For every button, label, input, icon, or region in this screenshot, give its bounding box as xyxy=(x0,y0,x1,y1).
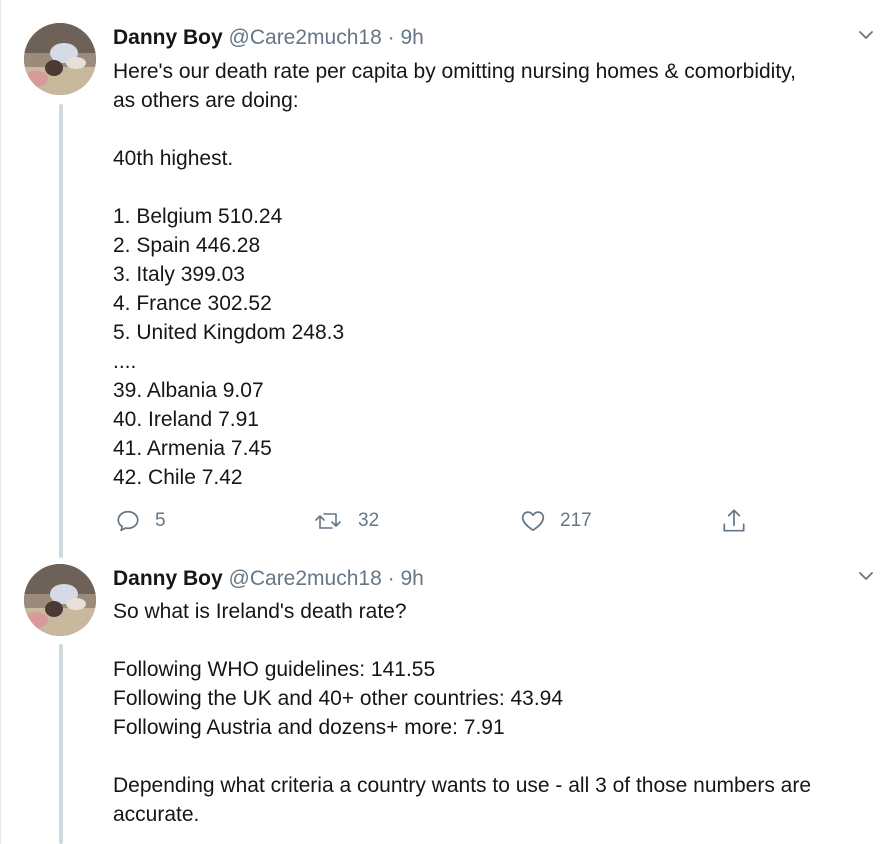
reply-count: 5 xyxy=(155,510,166,531)
text-line: Following the UK and 40+ other countries… xyxy=(113,687,564,710)
reply-icon xyxy=(117,510,139,532)
timestamp[interactable]: 9h xyxy=(400,567,423,590)
retweet-icon xyxy=(315,513,341,529)
avatar[interactable] xyxy=(24,564,96,636)
tweet[interactable]: Danny Boy @Care2much18 · 9h Here's our d… xyxy=(0,0,891,558)
avatar[interactable] xyxy=(24,23,96,95)
tweet[interactable]: Danny Boy @Care2much18 · 9h So what is I… xyxy=(0,556,891,844)
thread-connector-line xyxy=(59,644,63,844)
tweet-text: So what is Ireland's death rate? Followi… xyxy=(113,597,873,829)
retweet-count: 32 xyxy=(358,510,380,531)
text-line: 40th highest. xyxy=(113,147,234,170)
text-line: 42. Chile 7.42 xyxy=(113,466,243,489)
display-name[interactable]: Danny Boy xyxy=(113,567,223,590)
like-count: 217 xyxy=(560,510,592,531)
text-line: Depending what criteria a country wants … xyxy=(113,774,812,797)
display-name[interactable]: Danny Boy xyxy=(113,26,223,49)
tweet-header: Danny Boy @Care2much18 · 9h xyxy=(113,566,424,592)
timestamp[interactable]: 9h xyxy=(400,26,423,49)
user-handle[interactable]: @Care2much18 xyxy=(229,567,382,590)
chevron-down-icon[interactable] xyxy=(858,570,874,582)
text-line: 5. United Kingdom 248.3 xyxy=(113,321,345,344)
text-line: Following Austria and dozens+ more: 7.91 xyxy=(113,716,505,739)
text-line: 3. Italy 399.03 xyxy=(113,263,245,286)
retweet-button[interactable]: 32 xyxy=(314,506,379,536)
tweet-text: Here's our death rate per capita by omit… xyxy=(113,57,873,492)
text-line: Here's our death rate per capita by omit… xyxy=(113,60,796,83)
text-line: 39. Albania 9.07 xyxy=(113,379,264,402)
heart-icon xyxy=(521,511,545,532)
text-line: .... xyxy=(113,350,137,373)
text-line: So what is Ireland's death rate? xyxy=(113,600,407,623)
share-icon xyxy=(723,509,745,532)
text-line: as others are doing: xyxy=(113,89,299,112)
chevron-down-icon[interactable] xyxy=(858,29,874,41)
like-button[interactable]: 217 xyxy=(520,506,592,536)
text-line: 4. France 302.52 xyxy=(113,292,272,315)
share-button[interactable] xyxy=(721,506,747,536)
text-line: 2. Spain 446.28 xyxy=(113,234,261,257)
avatar-image xyxy=(24,23,96,95)
tweet-header: Danny Boy @Care2much18 · 9h xyxy=(113,25,424,51)
text-line: 41. Armenia 7.45 xyxy=(113,437,272,460)
text-line: 40. Ireland 7.91 xyxy=(113,408,259,431)
separator-dot: · xyxy=(387,26,395,49)
thread-connector-line xyxy=(59,104,63,558)
text-line: Following WHO guidelines: 141.55 xyxy=(113,658,436,681)
reply-button[interactable]: 5 xyxy=(115,506,166,536)
user-handle[interactable]: @Care2much18 xyxy=(229,26,382,49)
text-line: 1. Belgium 510.24 xyxy=(113,205,283,228)
avatar-image xyxy=(24,564,96,636)
text-line: accurate. xyxy=(113,803,200,826)
tweet-actions: 5 32 217 xyxy=(113,506,773,536)
separator-dot: · xyxy=(387,567,395,590)
